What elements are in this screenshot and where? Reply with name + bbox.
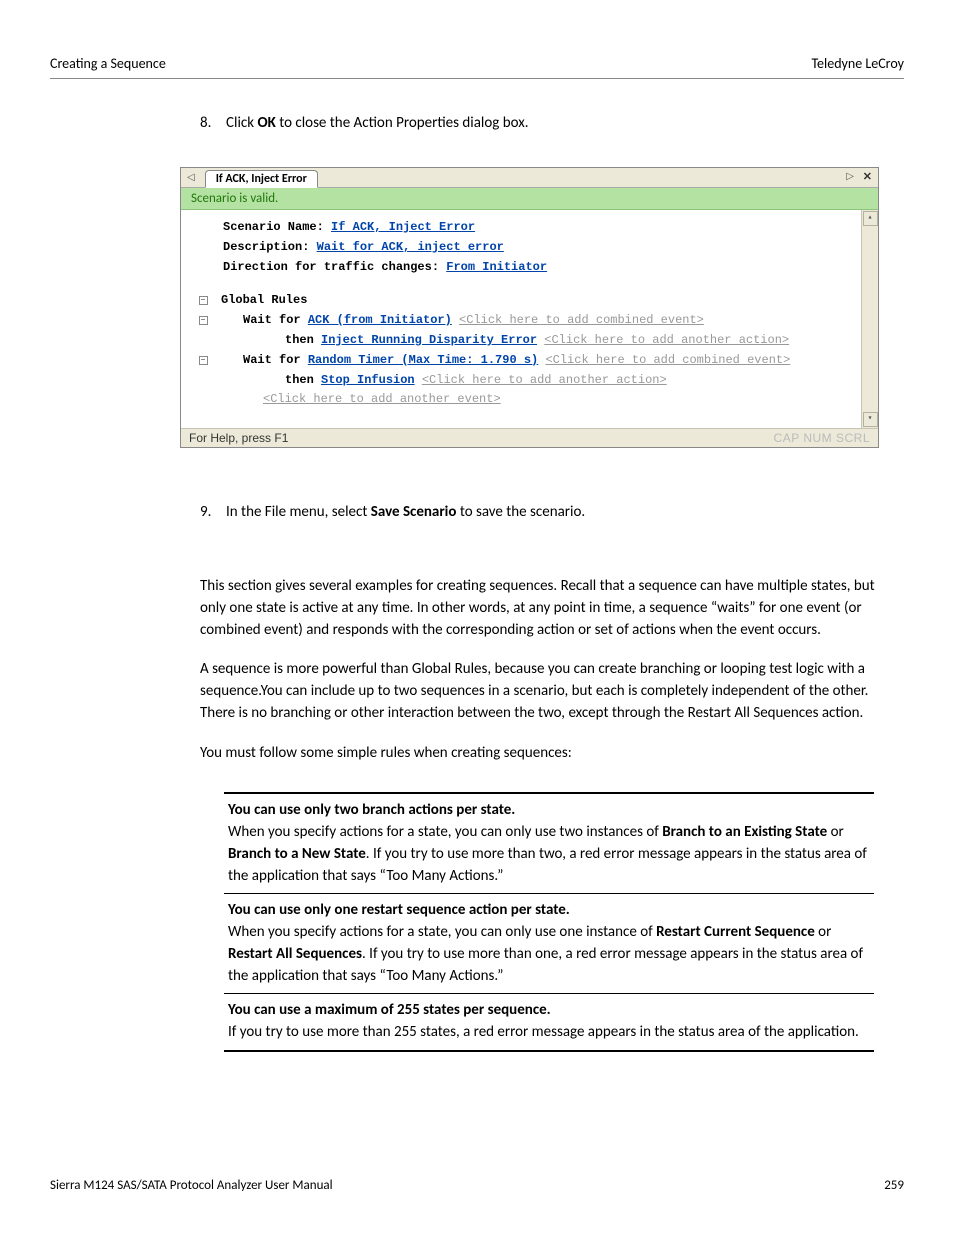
step-text: In the File menu, select Save Scenario t… [226,503,585,521]
step-number: 8. [200,114,226,132]
rule-2-action: then Stop Infusion <Click here to add an… [191,371,851,391]
rule-cell-3: You can use a maximum of 255 states per … [224,994,874,1050]
header-right: Teledyne LeCroy [811,55,904,72]
description-link[interactable]: Wait for ACK, inject error [317,240,504,254]
close-icon[interactable]: ✕ [863,170,872,183]
header-left: Creating a Sequence [50,55,166,72]
nav-prev-icon[interactable]: ◁ [187,172,195,183]
add-action[interactable]: <Click here to add another action> [422,373,667,387]
direction-link[interactable]: From Initiator [446,260,547,274]
event-link[interactable]: ACK (from Initiator) [308,313,452,327]
add-combined-event[interactable]: <Click here to add combined event> [545,353,790,367]
collapse-icon[interactable]: − [199,296,208,305]
validation-bar: Scenario is valid. [181,188,878,210]
collapse-icon[interactable]: − [199,356,208,365]
footer-title: Sierra M124 SAS/SATA Protocol Analyzer U… [50,1178,333,1193]
rule-cell-1: You can use only two branch actions per … [224,794,874,894]
embedded-screenshot: ◁ If ACK, Inject Error ▷ ✕ Scenario is v… [180,167,879,448]
page-number: 259 [884,1178,904,1193]
scroll-down-icon[interactable]: ▾ [863,412,878,427]
paragraph: This section gives several examples for … [200,576,904,641]
rule-1-event: − Wait for ACK (from Initiator) <Click h… [191,311,851,331]
description-row: Description: Wait for ACK, inject error [223,238,851,258]
scenario-name-row: Scenario Name: If ACK, Inject Error [223,218,851,238]
step-text: Click OK to close the Action Properties … [226,114,529,132]
nav-next-icon[interactable]: ▷ [846,171,854,182]
scenario-tab[interactable]: If ACK, Inject Error [205,170,318,188]
rule-cell-2: You can use only one restart sequence ac… [224,894,874,994]
status-bar: For Help, press F1 CAP NUM SCRL [181,428,878,447]
add-combined-event[interactable]: <Click here to add combined event> [459,313,704,327]
scenario-body: Scenario Name: If ACK, Inject Error Desc… [181,210,861,428]
paragraph: A sequence is more powerful than Global … [200,659,904,724]
rule-1-action: then Inject Running Disparity Error <Cli… [191,331,851,351]
step-number: 9. [200,503,226,521]
add-action[interactable]: <Click here to add another action> [544,333,789,347]
step-9: 9. In the File menu, select Save Scenari… [200,503,884,521]
direction-row: Direction for traffic changes: From Init… [223,258,851,278]
step-8: 8. Click OK to close the Action Properti… [200,114,884,132]
page-footer: Sierra M124 SAS/SATA Protocol Analyzer U… [50,1178,904,1193]
action-link[interactable]: Inject Running Disparity Error [321,333,537,347]
global-rules-row: − Global Rules [191,291,851,311]
scroll-up-icon[interactable]: ▴ [863,211,878,226]
collapse-icon[interactable]: − [199,316,208,325]
status-help: For Help, press F1 [189,431,288,445]
scrollbar[interactable]: ▴ ▾ [861,210,878,428]
action-link[interactable]: Stop Infusion [321,373,415,387]
event-link[interactable]: Random Timer (Max Time: 1.790 s) [308,353,538,367]
paragraph: You must follow some simple rules when c… [200,743,904,765]
status-indicators: CAP NUM SCRL [774,431,870,445]
tab-bar: ◁ If ACK, Inject Error ▷ ✕ [181,168,878,188]
add-event[interactable]: <Click here to add another event> [263,392,501,406]
page-header: Creating a Sequence Teledyne LeCroy [50,55,904,79]
rule-2-event: − Wait for Random Timer (Max Time: 1.790… [191,351,851,371]
scenario-name-link[interactable]: If ACK, Inject Error [331,220,475,234]
add-event-row: <Click here to add another event> [191,390,851,410]
rules-table: You can use only two branch actions per … [224,792,874,1052]
